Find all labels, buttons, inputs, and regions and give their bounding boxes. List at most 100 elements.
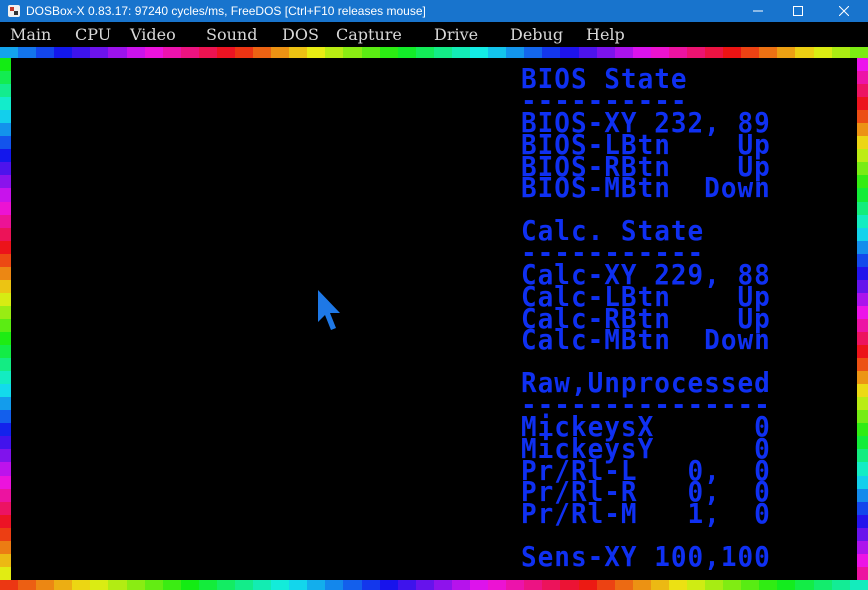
palette-swatch xyxy=(0,514,11,528)
palette-border-top xyxy=(0,47,868,58)
palette-swatch xyxy=(0,227,11,241)
palette-swatch xyxy=(488,580,507,590)
palette-swatch xyxy=(506,580,525,590)
palette-swatch xyxy=(180,47,199,58)
palette-swatch xyxy=(759,580,778,590)
menu-video[interactable]: Video xyxy=(130,25,176,44)
palette-swatch xyxy=(705,580,724,590)
palette-swatch xyxy=(0,358,11,372)
palette-swatch xyxy=(857,384,868,398)
palette-swatch xyxy=(857,462,868,476)
menu-main[interactable]: Main xyxy=(10,25,51,44)
palette-swatch xyxy=(343,47,362,58)
calc-mbtn: Calc-MBtn Down xyxy=(521,324,771,357)
bios-mbtn: BIOS-MBtn Down xyxy=(521,172,771,205)
palette-swatch xyxy=(849,580,868,590)
palette-swatch xyxy=(813,47,832,58)
palette-swatch xyxy=(488,47,507,58)
palette-swatch xyxy=(0,71,11,85)
dosbox-app-icon[interactable] xyxy=(7,4,21,18)
maximize-button[interactable] xyxy=(776,0,820,22)
palette-swatch xyxy=(144,580,163,590)
menu-capture[interactable]: Capture xyxy=(336,25,402,44)
palette-swatch xyxy=(0,188,11,202)
palette-swatch xyxy=(857,227,868,241)
title-bar[interactable]: DOSBox-X 0.83.17: 97240 cycles/ms, FreeD… xyxy=(0,0,868,22)
palette-swatch xyxy=(857,136,868,150)
palette-swatch xyxy=(307,580,326,590)
palette-swatch xyxy=(0,240,11,254)
palette-swatch xyxy=(54,580,73,590)
palette-swatch xyxy=(126,580,145,590)
menu-sound[interactable]: Sound xyxy=(206,25,257,44)
minimize-button[interactable] xyxy=(736,0,780,22)
palette-swatch xyxy=(415,580,434,590)
palette-swatch xyxy=(705,47,724,58)
palette-swatch xyxy=(451,47,471,58)
palette-swatch xyxy=(126,47,145,58)
palette-swatch xyxy=(216,580,236,590)
palette-swatch xyxy=(857,240,868,254)
palette-swatch xyxy=(0,318,11,332)
palette-swatch xyxy=(759,47,778,58)
close-button[interactable] xyxy=(822,0,866,22)
palette-swatch xyxy=(108,580,127,590)
palette-swatch xyxy=(0,410,11,424)
palette-swatch xyxy=(307,47,326,58)
palette-swatch xyxy=(857,449,868,463)
palette-border-bottom xyxy=(0,580,868,590)
palette-swatch xyxy=(0,201,11,215)
palette-swatch xyxy=(741,47,760,58)
palette-swatch xyxy=(0,84,11,98)
dos-screen[interactable]: BIOS State ---------- BIOS-XY 232, 89 BI… xyxy=(11,58,857,580)
palette-swatch xyxy=(857,566,868,580)
menu-debug[interactable]: Debug xyxy=(510,25,563,44)
menu-dos[interactable]: DOS xyxy=(282,25,319,44)
palette-swatch xyxy=(0,475,11,489)
palette-swatch xyxy=(857,553,868,567)
menu-help[interactable]: Help xyxy=(586,25,625,44)
palette-swatch xyxy=(857,397,868,411)
palette-swatch xyxy=(857,358,868,372)
palette-swatch xyxy=(857,371,868,385)
palette-swatch xyxy=(686,580,706,590)
palette-swatch xyxy=(857,84,868,98)
palette-swatch xyxy=(0,47,19,58)
palette-swatch xyxy=(0,527,11,541)
palette-swatch xyxy=(0,279,11,293)
palette-swatch xyxy=(578,47,597,58)
palette-swatch xyxy=(857,345,868,359)
palette-swatch xyxy=(857,527,868,541)
palette-swatch xyxy=(668,580,687,590)
palette-swatch xyxy=(0,305,11,319)
mouse-cursor-icon xyxy=(318,290,340,330)
palette-swatch xyxy=(0,162,11,176)
palette-swatch xyxy=(72,47,91,58)
palette-swatch xyxy=(596,580,615,590)
palette-swatch xyxy=(857,188,868,202)
palette-border-left xyxy=(0,58,11,580)
palette-swatch xyxy=(36,47,55,58)
press-release-middle: Pr/Rl-M 1, 0 xyxy=(521,498,771,531)
palette-swatch xyxy=(0,462,11,476)
palette-swatch xyxy=(542,47,561,58)
palette-swatch xyxy=(857,162,868,176)
palette-swatch xyxy=(524,580,543,590)
palette-swatch xyxy=(0,331,11,346)
palette-swatch xyxy=(857,71,868,85)
palette-swatch xyxy=(560,47,579,58)
palette-swatch xyxy=(18,580,37,590)
palette-swatch xyxy=(857,410,868,424)
minimize-icon xyxy=(753,10,763,12)
palette-swatch xyxy=(614,580,633,590)
menu-cpu[interactable]: CPU xyxy=(75,25,111,44)
menu-drive[interactable]: Drive xyxy=(434,25,478,44)
palette-swatch xyxy=(857,436,868,450)
palette-swatch xyxy=(831,580,850,590)
palette-swatch xyxy=(650,47,669,58)
palette-swatch xyxy=(686,47,706,58)
palette-swatch xyxy=(90,47,109,58)
sensitivity-xy: Sens-XY 100,100 xyxy=(521,541,771,574)
palette-swatch xyxy=(857,423,868,437)
palette-swatch xyxy=(162,580,181,590)
